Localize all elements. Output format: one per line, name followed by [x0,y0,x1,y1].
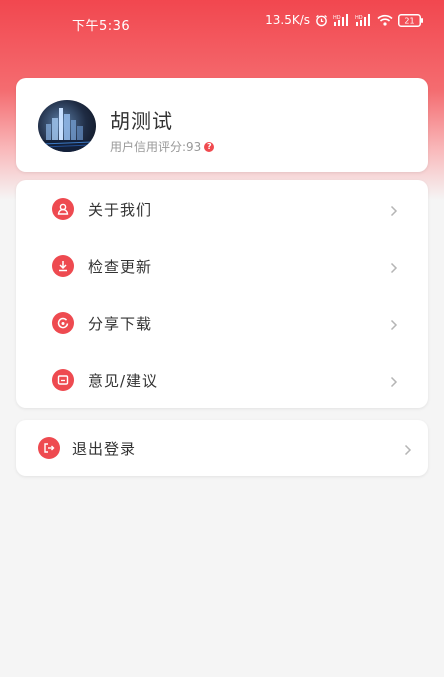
menu-item-label: 关于我们 [88,201,153,219]
network-speed: 13.5K/s [265,13,310,27]
chevron-right-icon [404,441,412,460]
share-icon [52,312,74,334]
user-name: 胡测试 [110,109,173,133]
chevron-right-icon [390,373,398,392]
menu-item-label: 检查更新 [88,258,153,276]
city-avatar-icon [38,108,96,152]
signal-hd-icon: HD [355,14,372,26]
profile-card[interactable]: 胡测试 用户信用评分:93 ? [16,78,428,172]
status-time: 下午5:36 [72,19,131,34]
logout-label: 退出登录 [72,440,137,458]
feedback-icon [52,369,74,391]
chevron-right-icon [390,316,398,335]
menu-item-share-download[interactable]: 分享下载 [16,294,428,351]
chevron-right-icon [390,259,398,278]
credit-score-label: 用户信用评分:93 [110,140,202,154]
menu-item-label: 意见/建议 [88,372,159,390]
logout-icon [38,437,60,459]
menu-card: 关于我们 检查更新 分享下载 意见/建议 [16,180,428,408]
alarm-icon [315,14,328,27]
logout-button[interactable]: 退出登录 [16,420,428,476]
wifi-icon [377,14,393,26]
help-icon[interactable]: ? [204,141,215,152]
menu-item-about-us[interactable]: 关于我们 [16,180,428,237]
menu-item-label: 分享下载 [88,315,153,333]
battery-icon: 21 [398,13,424,27]
menu-item-check-update[interactable]: 检查更新 [16,237,428,294]
signal-hd-icon: HD [333,14,350,26]
status-icons: 13.5K/s HD HD 21 [265,13,424,27]
user-icon [52,198,74,220]
download-icon [52,255,74,277]
menu-item-feedback[interactable]: 意见/建议 [16,351,428,408]
battery-level: 21 [404,16,414,25]
chevron-right-icon [390,202,398,221]
credit-score-row: 用户信用评分:93 ? [110,138,215,155]
status-bar: 下午5:36 13.5K/s HD HD 21 [0,0,444,46]
avatar[interactable] [38,100,96,152]
